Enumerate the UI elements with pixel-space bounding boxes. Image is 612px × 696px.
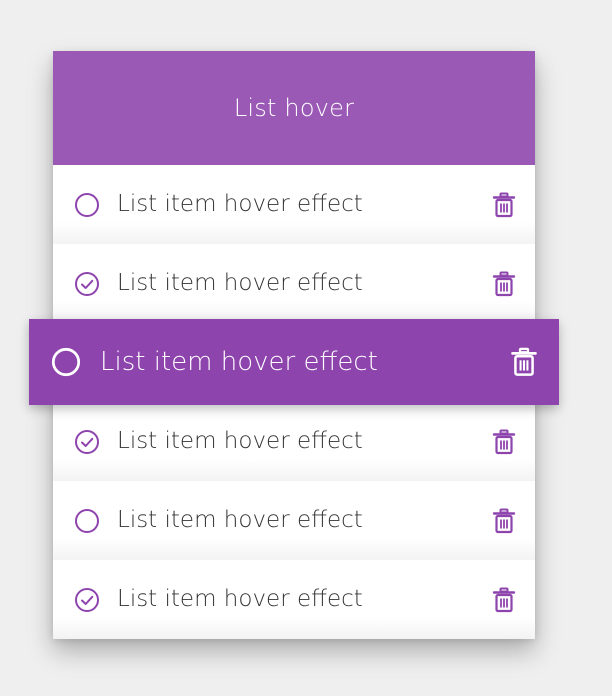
- list-item[interactable]: List item hover effect: [29, 319, 559, 405]
- header-title: List hover: [233, 94, 355, 122]
- list-header: List hover: [53, 51, 535, 165]
- list-item[interactable]: List item hover effect: [53, 165, 535, 244]
- circle-icon[interactable]: [74, 508, 100, 534]
- list-item[interactable]: List item hover effect: [53, 481, 535, 560]
- trash-icon[interactable]: [490, 507, 518, 535]
- trash-icon[interactable]: [490, 586, 518, 614]
- trash-icon[interactable]: [490, 191, 518, 219]
- circle-icon[interactable]: [51, 347, 81, 377]
- list-item-label: List item hover effect: [117, 191, 363, 217]
- list-item-label: List item hover effect: [117, 586, 363, 612]
- circle-icon[interactable]: [74, 192, 100, 218]
- list-item[interactable]: List item hover effect: [53, 560, 535, 639]
- list-item[interactable]: List item hover effect: [53, 402, 535, 481]
- trash-icon[interactable]: [490, 270, 518, 298]
- trash-icon[interactable]: [508, 346, 540, 378]
- check-circle-icon[interactable]: [74, 271, 100, 297]
- list-item-label: List item hover effect: [100, 347, 378, 377]
- list-item-label: List item hover effect: [117, 428, 363, 454]
- trash-icon[interactable]: [490, 428, 518, 456]
- list-item[interactable]: List item hover effect: [53, 244, 535, 323]
- check-circle-icon[interactable]: [74, 429, 100, 455]
- list-item-label: List item hover effect: [117, 270, 363, 296]
- list-item-label: List item hover effect: [117, 507, 363, 533]
- check-circle-icon[interactable]: [74, 587, 100, 613]
